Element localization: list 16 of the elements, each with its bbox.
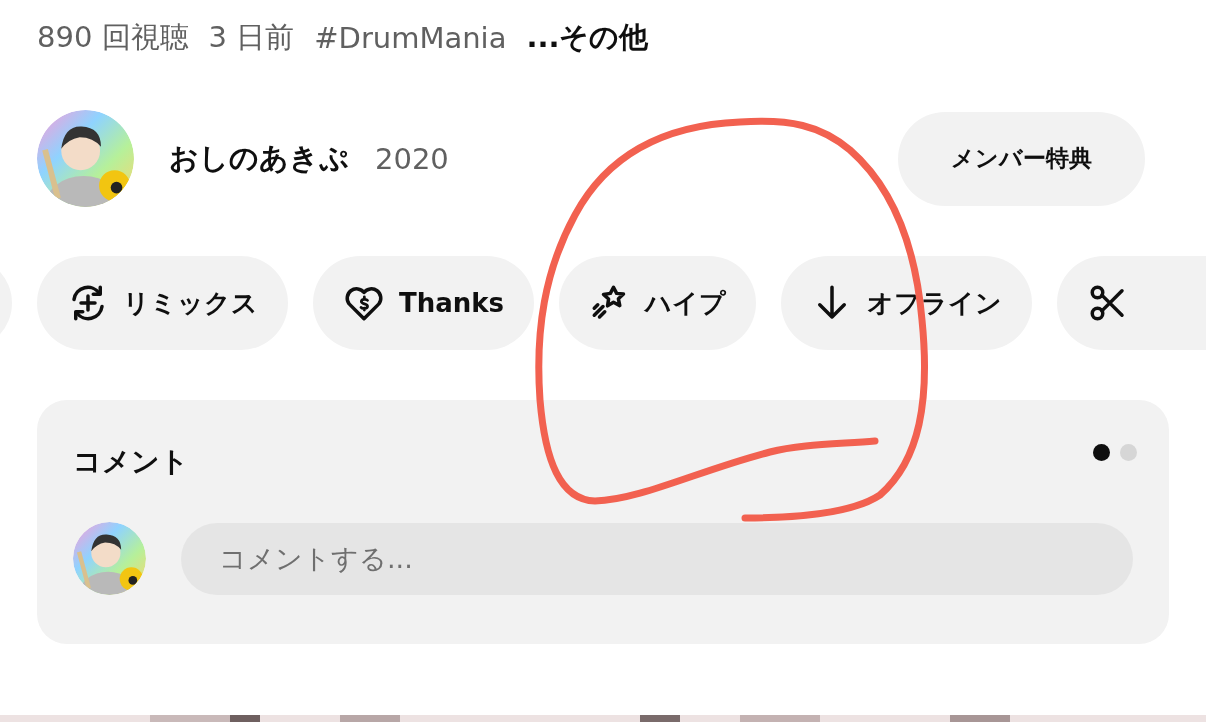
- channel-name[interactable]: おしのあきぷ: [169, 138, 349, 179]
- action-chip[interactable]: リミックス: [37, 256, 288, 350]
- more-link[interactable]: ...その他: [526, 18, 649, 58]
- action-chip[interactable]: オフライン: [781, 256, 1033, 350]
- hashtag: #DrumMania: [314, 21, 507, 55]
- page-dot[interactable]: [1120, 443, 1137, 461]
- upload-age: 3 日前: [208, 19, 295, 56]
- comments-title: コメント: [73, 444, 189, 480]
- page-dot[interactable]: [1093, 443, 1110, 461]
- comment-field[interactable]: コメントする...: [181, 522, 1133, 595]
- membership-button[interactable]: メンバー特典: [898, 111, 1145, 206]
- action-chip[interactable]: ハイプ: [559, 256, 757, 350]
- action-chip[interactable]: Thanks: [313, 256, 535, 350]
- view-count: 890 回視聴: [37, 19, 189, 56]
- action-chip[interactable]: [1057, 256, 1206, 350]
- channel-count: 2020: [375, 141, 449, 176]
